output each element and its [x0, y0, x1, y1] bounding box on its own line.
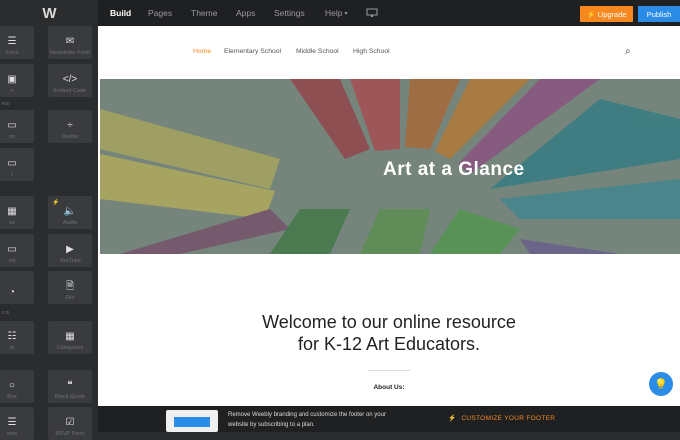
document-icon: ◔	[8, 287, 16, 298]
element-file[interactable]: 🗎 File	[48, 271, 92, 304]
footer-promo-bar: Remove Weebly branding and customize the…	[98, 406, 680, 432]
slideshow-icon: ▦	[7, 206, 17, 217]
lightning-icon: ⚡	[52, 200, 60, 206]
element-document[interactable]: ◔	[0, 271, 34, 304]
chevron-down-icon: ▾	[344, 10, 348, 17]
element-form[interactable]: ☰ Form	[0, 26, 34, 59]
code-icon: </>	[62, 74, 78, 85]
monitor-icon[interactable]	[366, 0, 380, 26]
element-newsletter-form[interactable]: ✉ Newsletter Form	[48, 26, 92, 59]
welcome-heading[interactable]: Welcome to our online resource for K-12 …	[98, 311, 680, 355]
section-label: CE	[2, 310, 11, 315]
lightbulb-icon: 💡	[654, 378, 668, 391]
element-rsvp-form[interactable]: ☑ RSVP Form	[48, 407, 92, 440]
element-video[interactable]: ▭ ed	[0, 234, 34, 267]
customize-footer-link[interactable]: ⚡ CUSTOMIZE YOUR FOOTER	[448, 414, 555, 422]
tab-theme[interactable]: Theme	[191, 0, 217, 26]
hero-banner[interactable]: Art at a Glance	[100, 79, 680, 254]
hero-title[interactable]: Art at a Glance	[383, 159, 525, 181]
divider	[368, 370, 410, 371]
elements-sidebar: ☰ Form ✉ Newsletter Form ▣ n </> Embed Code …	[0, 26, 98, 440]
speaker-icon: 🔈	[63, 206, 77, 217]
footer-promo-text: Remove Weebly branding and customize the…	[228, 412, 386, 428]
element-spacer[interactable]: ▭ r	[0, 148, 34, 181]
tab-pages[interactable]: Pages	[148, 0, 172, 26]
weebly-logo[interactable]: W	[0, 0, 98, 26]
footer-preview-thumbnail	[166, 410, 218, 432]
about-heading[interactable]: About Us:	[98, 384, 680, 391]
lightning-icon: ⚡	[586, 9, 596, 19]
rsvp-icon: ☑	[65, 417, 75, 428]
categories-icon: ▦	[65, 331, 75, 342]
tab-settings[interactable]: Settings	[274, 0, 305, 26]
element-audio[interactable]: ⚡ 🔈 Audio	[48, 196, 92, 229]
element-products[interactable]: ☷ ts	[0, 321, 34, 354]
search-icon[interactable]: ⌕	[625, 46, 631, 57]
button-icon: ▭	[7, 120, 17, 131]
section-label: RE	[2, 101, 11, 106]
element-divider[interactable]: ÷ Divider	[48, 110, 92, 143]
element-search-box[interactable]: ○ Box	[0, 370, 34, 403]
element-map[interactable]: ▣ n	[0, 64, 34, 97]
comments-icon: ☰	[7, 417, 17, 428]
element-categories[interactable]: ▦ Categories	[48, 321, 92, 354]
upgrade-button[interactable]: ⚡ Upgrade	[580, 6, 633, 22]
element-slideshow[interactable]: ▦ ss	[0, 196, 34, 229]
products-icon: ☷	[7, 331, 17, 342]
element-button[interactable]: ▭ on	[0, 110, 34, 143]
site-canvas: Home Elementary School Middle School Hig…	[98, 26, 680, 406]
site-nav-home[interactable]: Home	[193, 48, 211, 55]
element-block-quote[interactable]: ❝ Block Quote	[48, 370, 92, 403]
element-youtube[interactable]: ▶ YouTube	[48, 234, 92, 267]
file-icon: 🗎	[65, 281, 75, 292]
search-box-icon: ○	[8, 380, 16, 391]
element-embed-code[interactable]: </> Embed Code	[48, 64, 92, 97]
publish-button[interactable]: Publish	[638, 6, 680, 22]
site-nav-elementary[interactable]: Elementary School	[224, 48, 281, 55]
site-nav-high[interactable]: High School	[353, 48, 390, 55]
lightning-icon: ⚡	[448, 415, 457, 422]
tab-apps[interactable]: Apps	[236, 0, 255, 26]
element-comments[interactable]: ☰ ents	[0, 407, 34, 440]
tab-build[interactable]: Build	[110, 0, 131, 26]
map-icon: ▣	[7, 74, 17, 85]
envelope-icon: ✉	[65, 36, 75, 47]
quote-icon: ❝	[67, 380, 73, 391]
tab-help[interactable]: Help ▾	[325, 0, 348, 26]
divider-icon: ÷	[67, 120, 73, 131]
lightbulb-help-button[interactable]: 💡	[649, 372, 673, 396]
top-toolbar: W Build Pages Theme Apps Settings Help ▾ …	[0, 0, 680, 26]
form-icon: ☰	[7, 36, 17, 47]
video-icon: ▭	[7, 244, 17, 255]
site-nav-middle[interactable]: Middle School	[296, 48, 339, 55]
spacer-icon: ▭	[7, 158, 17, 169]
play-icon: ▶	[66, 244, 74, 255]
